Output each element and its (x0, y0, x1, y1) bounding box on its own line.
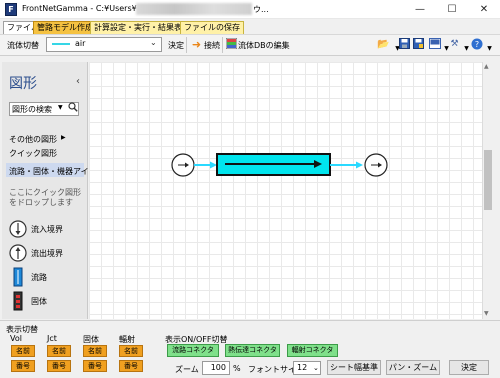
scroll-down-icon[interactable]: ▼ (484, 310, 489, 317)
flow-connector-in[interactable] (194, 161, 217, 169)
palette-outflow-boundary[interactable]: 流出境界 (9, 242, 87, 266)
confirm-button[interactable]: 決定 (168, 40, 184, 51)
flow-path-icon (13, 267, 23, 287)
close-button[interactable]: ✕ (468, 0, 500, 19)
chevron-down-icon[interactable]: ▼ (58, 104, 63, 111)
tab-pipe-model[interactable]: 管路モデル作成 (33, 21, 97, 34)
solid-icon (13, 291, 23, 311)
folder-open-icon[interactable]: 📂 (377, 38, 390, 51)
minimize-button[interactable]: — (404, 0, 436, 19)
radiation-name-button[interactable]: 名前 (119, 345, 143, 357)
outflow-boundary-icon (9, 244, 27, 262)
zoom-unit: % (233, 364, 241, 373)
drop-hint-text: ここにクイック図形をドロップします (9, 188, 81, 207)
connect-button[interactable]: 接続 (204, 40, 220, 51)
maximize-button[interactable]: ☐ (436, 0, 468, 19)
palette-label: 流入境界 (31, 225, 63, 234)
drawing-canvas[interactable] (89, 62, 482, 319)
jct-name-button[interactable]: 名前 (47, 345, 71, 357)
save-as-icon[interactable] (412, 38, 425, 51)
flow-path-node[interactable] (216, 153, 331, 176)
palette-flow-path[interactable]: 流路 (9, 266, 87, 290)
flow-connector-toggle[interactable]: 流路コネクタ (167, 344, 219, 357)
svg-text:?: ? (474, 40, 478, 49)
shapes-panel-title: 図形 (9, 76, 37, 92)
group-label-radiation: 輻射 (119, 335, 135, 344)
chevron-right-icon[interactable]: ▶ (61, 134, 66, 141)
pan-zoom-button[interactable]: パン・ズーム (386, 360, 440, 375)
sheet-width-button[interactable]: シート幅基準 (327, 360, 381, 375)
fluid-db-icon[interactable] (225, 37, 238, 51)
group-label-jct: Jct (47, 334, 57, 343)
jct-number-button[interactable]: 番号 (47, 360, 71, 372)
vol-name-button[interactable]: 名前 (11, 345, 35, 357)
separator (186, 37, 187, 53)
selected-category-label: 流路・固体・機器アイ... (9, 167, 97, 176)
heat-transfer-connector-toggle[interactable]: 熱伝達コネクタ (225, 344, 280, 357)
zoom-label: ズーム (175, 365, 199, 374)
collapse-left-icon[interactable]: ‹ (76, 76, 80, 87)
inflow-boundary-icon (9, 220, 27, 238)
flow-connector-out[interactable] (330, 161, 363, 169)
window-title: FrontNetGamma - C:¥Users¥ (22, 4, 137, 13)
pipe-network-diagram (171, 153, 388, 177)
group-label-vol: Vol (10, 334, 22, 343)
separator (222, 37, 223, 53)
group-label-solid: 固体 (83, 335, 99, 344)
outflow-boundary-node[interactable] (364, 153, 388, 177)
palette-label: 固体 (31, 297, 47, 306)
solid-name-button[interactable]: 名前 (83, 345, 107, 357)
fluid-db-edit-button[interactable]: 流体DBの編集 (238, 40, 290, 51)
scrollbar-thumb[interactable] (484, 150, 492, 210)
fluid-switch-label: 流体切替 (7, 41, 39, 50)
tab-save-file[interactable]: ファイルの保存 (180, 21, 244, 34)
window-title-tail: ウ... (253, 5, 269, 14)
chevron-down-icon[interactable]: ⌄ (150, 38, 157, 47)
chevron-down-icon[interactable]: ▼ (483, 42, 496, 55)
palette-label: 流路 (31, 273, 47, 282)
solid-number-button[interactable]: 番号 (83, 360, 107, 372)
fluid-color-swatch (52, 43, 70, 45)
apply-button[interactable]: 決定 (449, 360, 489, 375)
fluid-select-value: air (75, 39, 86, 48)
zoom-input[interactable]: 100 (202, 361, 230, 375)
radiation-connector-toggle[interactable]: 輻射コネクタ (287, 344, 338, 357)
help-icon[interactable]: ? (470, 38, 483, 51)
scroll-up-icon[interactable]: ▲ (484, 63, 489, 70)
chevron-down-icon[interactable]: ⌄ (313, 364, 319, 372)
redacted-path (136, 3, 252, 15)
other-shapes-item[interactable]: その他の図形 (9, 134, 57, 145)
vol-number-button[interactable]: 番号 (11, 360, 35, 372)
save-icon[interactable] (398, 38, 411, 51)
search-icon[interactable] (66, 102, 79, 115)
palette-label: 流出境界 (31, 249, 63, 258)
shape-search-placeholder: 図形の検索 (12, 105, 52, 114)
radiation-number-button[interactable]: 番号 (119, 360, 143, 372)
app-icon: F (5, 3, 17, 16)
palette-solid[interactable]: 固体 (9, 290, 87, 314)
tab-calc-settings[interactable]: 計算設定・実行・結果表示 (90, 21, 194, 34)
palette-inflow-boundary[interactable]: 流入境界 (9, 218, 87, 242)
quick-shapes-item[interactable]: クイック図形 (9, 148, 57, 159)
inflow-boundary-node[interactable] (171, 153, 195, 177)
arrow-right-icon[interactable]: ➜ (190, 38, 203, 51)
